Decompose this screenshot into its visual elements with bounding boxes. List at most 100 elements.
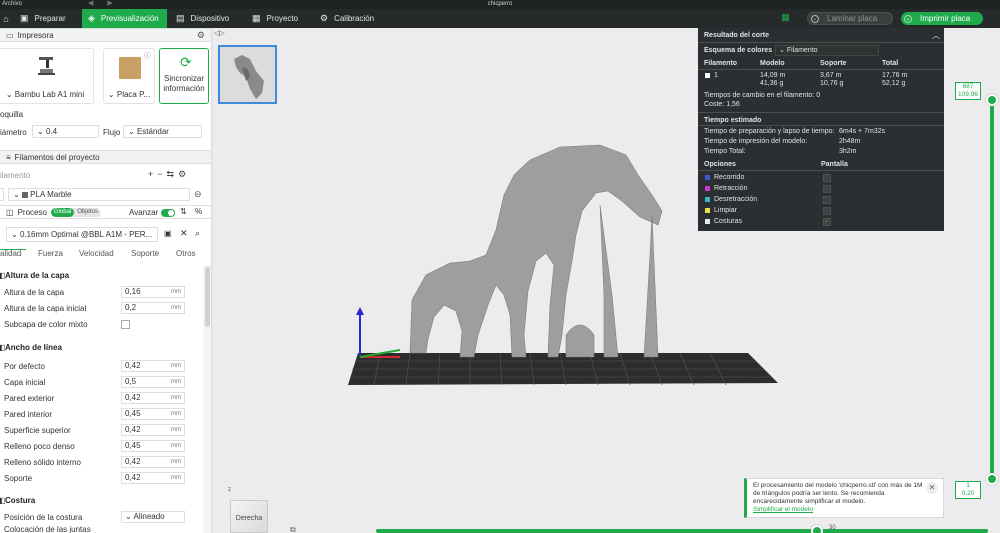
home-button[interactable]: ⌂ [0,9,12,28]
simplify-model-link[interactable]: Simplificar el modelo [753,506,813,513]
line-width-input[interactable]: 0,42 mm [121,456,185,468]
first-layer-input[interactable]: 0,2 mm [121,302,185,314]
line-width-value: 0,45 [125,409,141,418]
option-display-checkbox[interactable] [823,196,831,204]
notification-toast: El procesamiento del modelo 'chicperro.s… [744,478,944,518]
view-cube[interactable]: Derecha [230,500,268,533]
printer-section-header[interactable]: ▭ Impresora ⚙ [0,28,211,42]
close-icon[interactable]: ✕ [926,482,938,494]
printer-selector[interactable]: ⌄ Bambu Lab A1 mini [0,48,94,104]
collapse-sidebar-icon[interactable]: ◁▷ [214,29,225,37]
tab-preparar[interactable]: ▣ Preparar [14,9,82,28]
tab-calidad[interactable]: alidad [0,249,21,258]
move-horizontal-slider[interactable] [376,529,988,533]
color-sublayer-checkbox[interactable] [121,320,130,329]
filament-swatch[interactable] [0,188,4,201]
line-width-input[interactable]: 0,45 mm [121,440,185,452]
add-icon[interactable]: + [148,169,157,179]
remove-filament-icon[interactable]: ⊖ [194,189,202,200]
object-thumbnail[interactable] [218,45,277,104]
option-label: Retracción [714,185,748,192]
remove-icon[interactable]: − [157,169,166,179]
color-sublayer-label: Subcapa de color mixto [4,320,88,329]
support-weight: 10,76 g [820,80,844,87]
screenshot-icon[interactable]: ⧉ [290,525,296,533]
layer-top-handle[interactable] [986,94,998,106]
gear-icon[interactable]: ⚙ [197,30,205,41]
line-width-value: 0,42 [125,361,141,370]
process-preset-select[interactable]: ⌄ 0.16mm Optimal @BBL A1M - PER... [6,227,158,242]
unit-label: mm [171,443,181,449]
advanced-toggle[interactable] [161,209,175,217]
filament-icon: ≡ [6,152,11,162]
close-icon[interactable]: ✕ [180,228,188,239]
slice-plate-button[interactable]: ⌄ Laminar placa [807,12,893,25]
model-weight: 41,36 g [760,80,784,87]
filament-select[interactable]: ⌄ PLA Marble [8,188,190,201]
line-width-input[interactable]: 0,42 mm [121,392,185,404]
search-icon[interactable]: ⌕ [195,228,200,239]
option-display-checkbox[interactable] [823,207,831,215]
line-width-input[interactable]: 0,5 mm [121,376,185,388]
slice-plate-label: Laminar placa [827,14,878,23]
layer-vertical-slider[interactable] [987,96,997,479]
model-length: 14,09 m [760,72,786,79]
flow-select[interactable]: ⌄ Estándar [123,125,202,138]
line-width-group-title: Ancho de línea [5,343,62,352]
settings-scroll-thumb[interactable] [205,267,210,327]
tab-otros[interactable]: Otros [176,249,196,258]
sync-info-button[interactable]: ⟳ Sincronizar información [159,48,209,104]
option-display-checkbox[interactable] [823,174,831,182]
pill-objects[interactable]: Objetos [74,208,101,217]
tab-fuerza[interactable]: Fuerza [38,249,63,258]
tab-dispositivo[interactable]: ▤ Dispositivo [170,9,240,28]
color-scheme-select[interactable]: ⌄ Filamento [775,45,879,56]
unit-label: mm [171,475,181,481]
layer-height-value: 0,16 [125,287,141,296]
tab-calibracion[interactable]: ⚙ Calibración [314,9,386,28]
global-objects-switch[interactable]: Global Objetos [50,207,101,217]
pill-global[interactable]: Global [50,207,75,217]
tab-velocidad[interactable]: Velocidad [79,249,114,258]
sync-label-line2: información [163,84,205,93]
tab-soporte[interactable]: Soporte [131,249,159,258]
layer-bottom-handle[interactable] [986,473,998,485]
collapse-icon[interactable]: ︿ [932,30,940,41]
diameter-select[interactable]: ⌄ 0.4 [32,125,99,138]
unit-label: mm [171,379,181,385]
printer-icon: ▭ [6,30,14,40]
sync-ams-icon[interactable]: ⇆ [167,169,179,179]
percent-icon[interactable]: % [195,207,202,216]
move-slider-handle[interactable] [811,525,823,533]
line-width-input[interactable]: 0,42 mm [121,360,185,372]
unit-label: mm [171,427,181,433]
color-scheme-label: Esquema de colores [704,47,773,54]
seam-position-label: Posición de la costura [4,513,83,522]
line-width-input[interactable]: 0,45 mm [121,408,185,420]
tab-previsualizacion[interactable]: ◈ Previsualización [82,9,167,28]
bottom-layer-label: 1 0,20 [955,481,981,499]
unit-label: mm [171,363,181,369]
notification-message: El procesamiento del modelo 'chicperro.s… [753,482,923,505]
diameter-value: 0.4 [45,127,58,136]
seam-position-select[interactable]: ⌄ Alineado [121,511,185,523]
plate-slice-icon[interactable]: ▦ [780,12,791,23]
option-display-checkbox[interactable] [823,185,831,193]
plate-name-text: Placa P... [116,90,151,99]
layer-height-input[interactable]: 0,16 mm [121,286,185,298]
info-icon[interactable]: ⓘ [144,51,151,61]
line-width-input[interactable]: 0,42 mm [121,472,185,484]
chevron-down-icon: ⌄ [811,14,819,23]
gear-icon[interactable]: ⚙ [178,169,190,179]
plate-selector[interactable]: ⓘ ⌄ Placa P... [103,48,155,104]
compare-icon[interactable]: ⇅ [180,207,187,216]
line-width-input[interactable]: 0,42 mm [121,424,185,436]
tab-label: Previsualización [100,14,159,23]
tab-label: Proyecto [266,14,299,23]
tab-proyecto[interactable]: ▦ Proyecto [246,9,308,28]
option-display-checkbox[interactable]: ✓ [823,218,831,226]
filaments-section-header[interactable]: ≡ Filamentos del proyecto [0,150,211,164]
print-plate-button[interactable]: ⌄ Imprimir placa [901,12,983,25]
save-icon[interactable]: ▣ [164,229,172,238]
project-icon: ▦ [252,13,261,23]
